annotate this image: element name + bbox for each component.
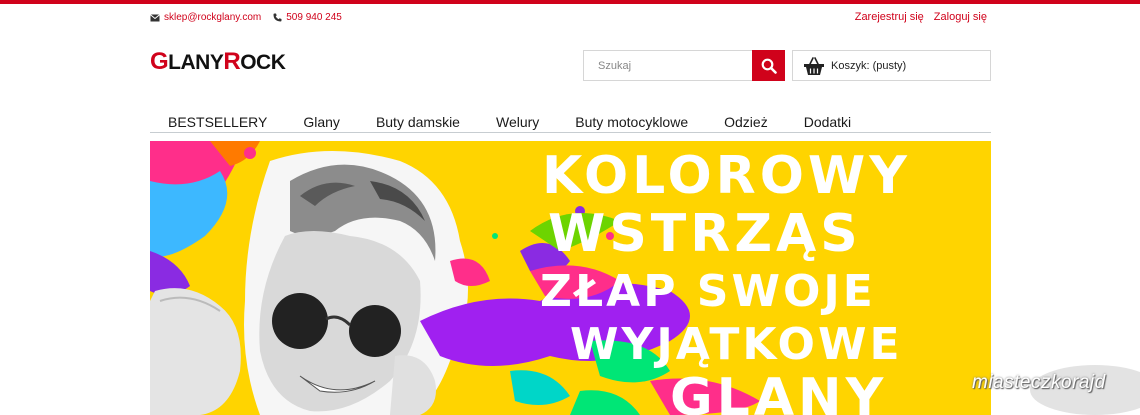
phone-contact[interactable]: 509 940 245 [273, 12, 342, 23]
watermark-text: miasteczkorajd [972, 372, 1106, 393]
banner-line-4: WYJĄTKOWE [570, 319, 903, 370]
logo-g: G [150, 48, 169, 75]
main-nav: BESTSELLERY Glany Buty damskie Welury Bu… [150, 108, 991, 133]
phone-icon [273, 13, 282, 22]
auth-links: Zarejestruj się Zaloguj się [845, 11, 987, 23]
email-contact[interactable]: sklep@rockglany.com [150, 12, 261, 23]
cart-label: Koszyk: (pusty) [831, 59, 907, 72]
nav-item-buty-damskie[interactable]: Buty damskie [358, 108, 478, 132]
top-accent-bar [0, 0, 1140, 4]
nav-item-bestsellery[interactable]: BESTSELLERY [150, 108, 285, 132]
banner-line-2: WSTRZĄS [548, 204, 862, 264]
search-box [583, 50, 785, 81]
header-contact: sklep@rockglany.com 509 940 245 [150, 12, 354, 23]
phone-text: 509 940 245 [286, 12, 342, 23]
logo-r: R [223, 48, 241, 75]
logo-lany: LANY [168, 51, 224, 74]
nav-item-buty-motocyklowe[interactable]: Buty motocyklowe [557, 108, 706, 132]
search-icon [761, 58, 777, 74]
search-button[interactable] [752, 50, 785, 81]
envelope-icon [150, 13, 160, 21]
hero-banner[interactable]: KOLOROWY WSTRZĄS ZŁAP SWOJE WYJĄTKOWE GL… [150, 141, 991, 415]
nav-item-dodatki[interactable]: Dodatki [786, 108, 869, 132]
search-input[interactable] [583, 50, 752, 81]
cart-button[interactable]: Koszyk: (pusty) [792, 50, 991, 81]
banner-line-1: KOLOROWY [542, 146, 911, 206]
banner-line-5: GLANY [670, 368, 887, 415]
nav-item-welury[interactable]: Welury [478, 108, 557, 132]
banner-artwork: KOLOROWY WSTRZĄS ZŁAP SWOJE WYJĄTKOWE GL… [150, 141, 991, 415]
login-link[interactable]: Zaloguj się [934, 11, 987, 23]
email-text: sklep@rockglany.com [164, 12, 262, 23]
logo-wordmark: GLANYROCK [150, 48, 286, 76]
nav-item-odziez[interactable]: Odzież [706, 108, 786, 132]
basket-icon [804, 56, 824, 75]
register-link[interactable]: Zarejestruj się [855, 11, 924, 23]
site-logo[interactable]: GLANYROCK [150, 48, 286, 76]
logo-ock: OCK [240, 51, 286, 74]
banner-line-3: ZŁAP SWOJE [540, 266, 876, 317]
nav-item-glany[interactable]: Glany [285, 108, 358, 132]
